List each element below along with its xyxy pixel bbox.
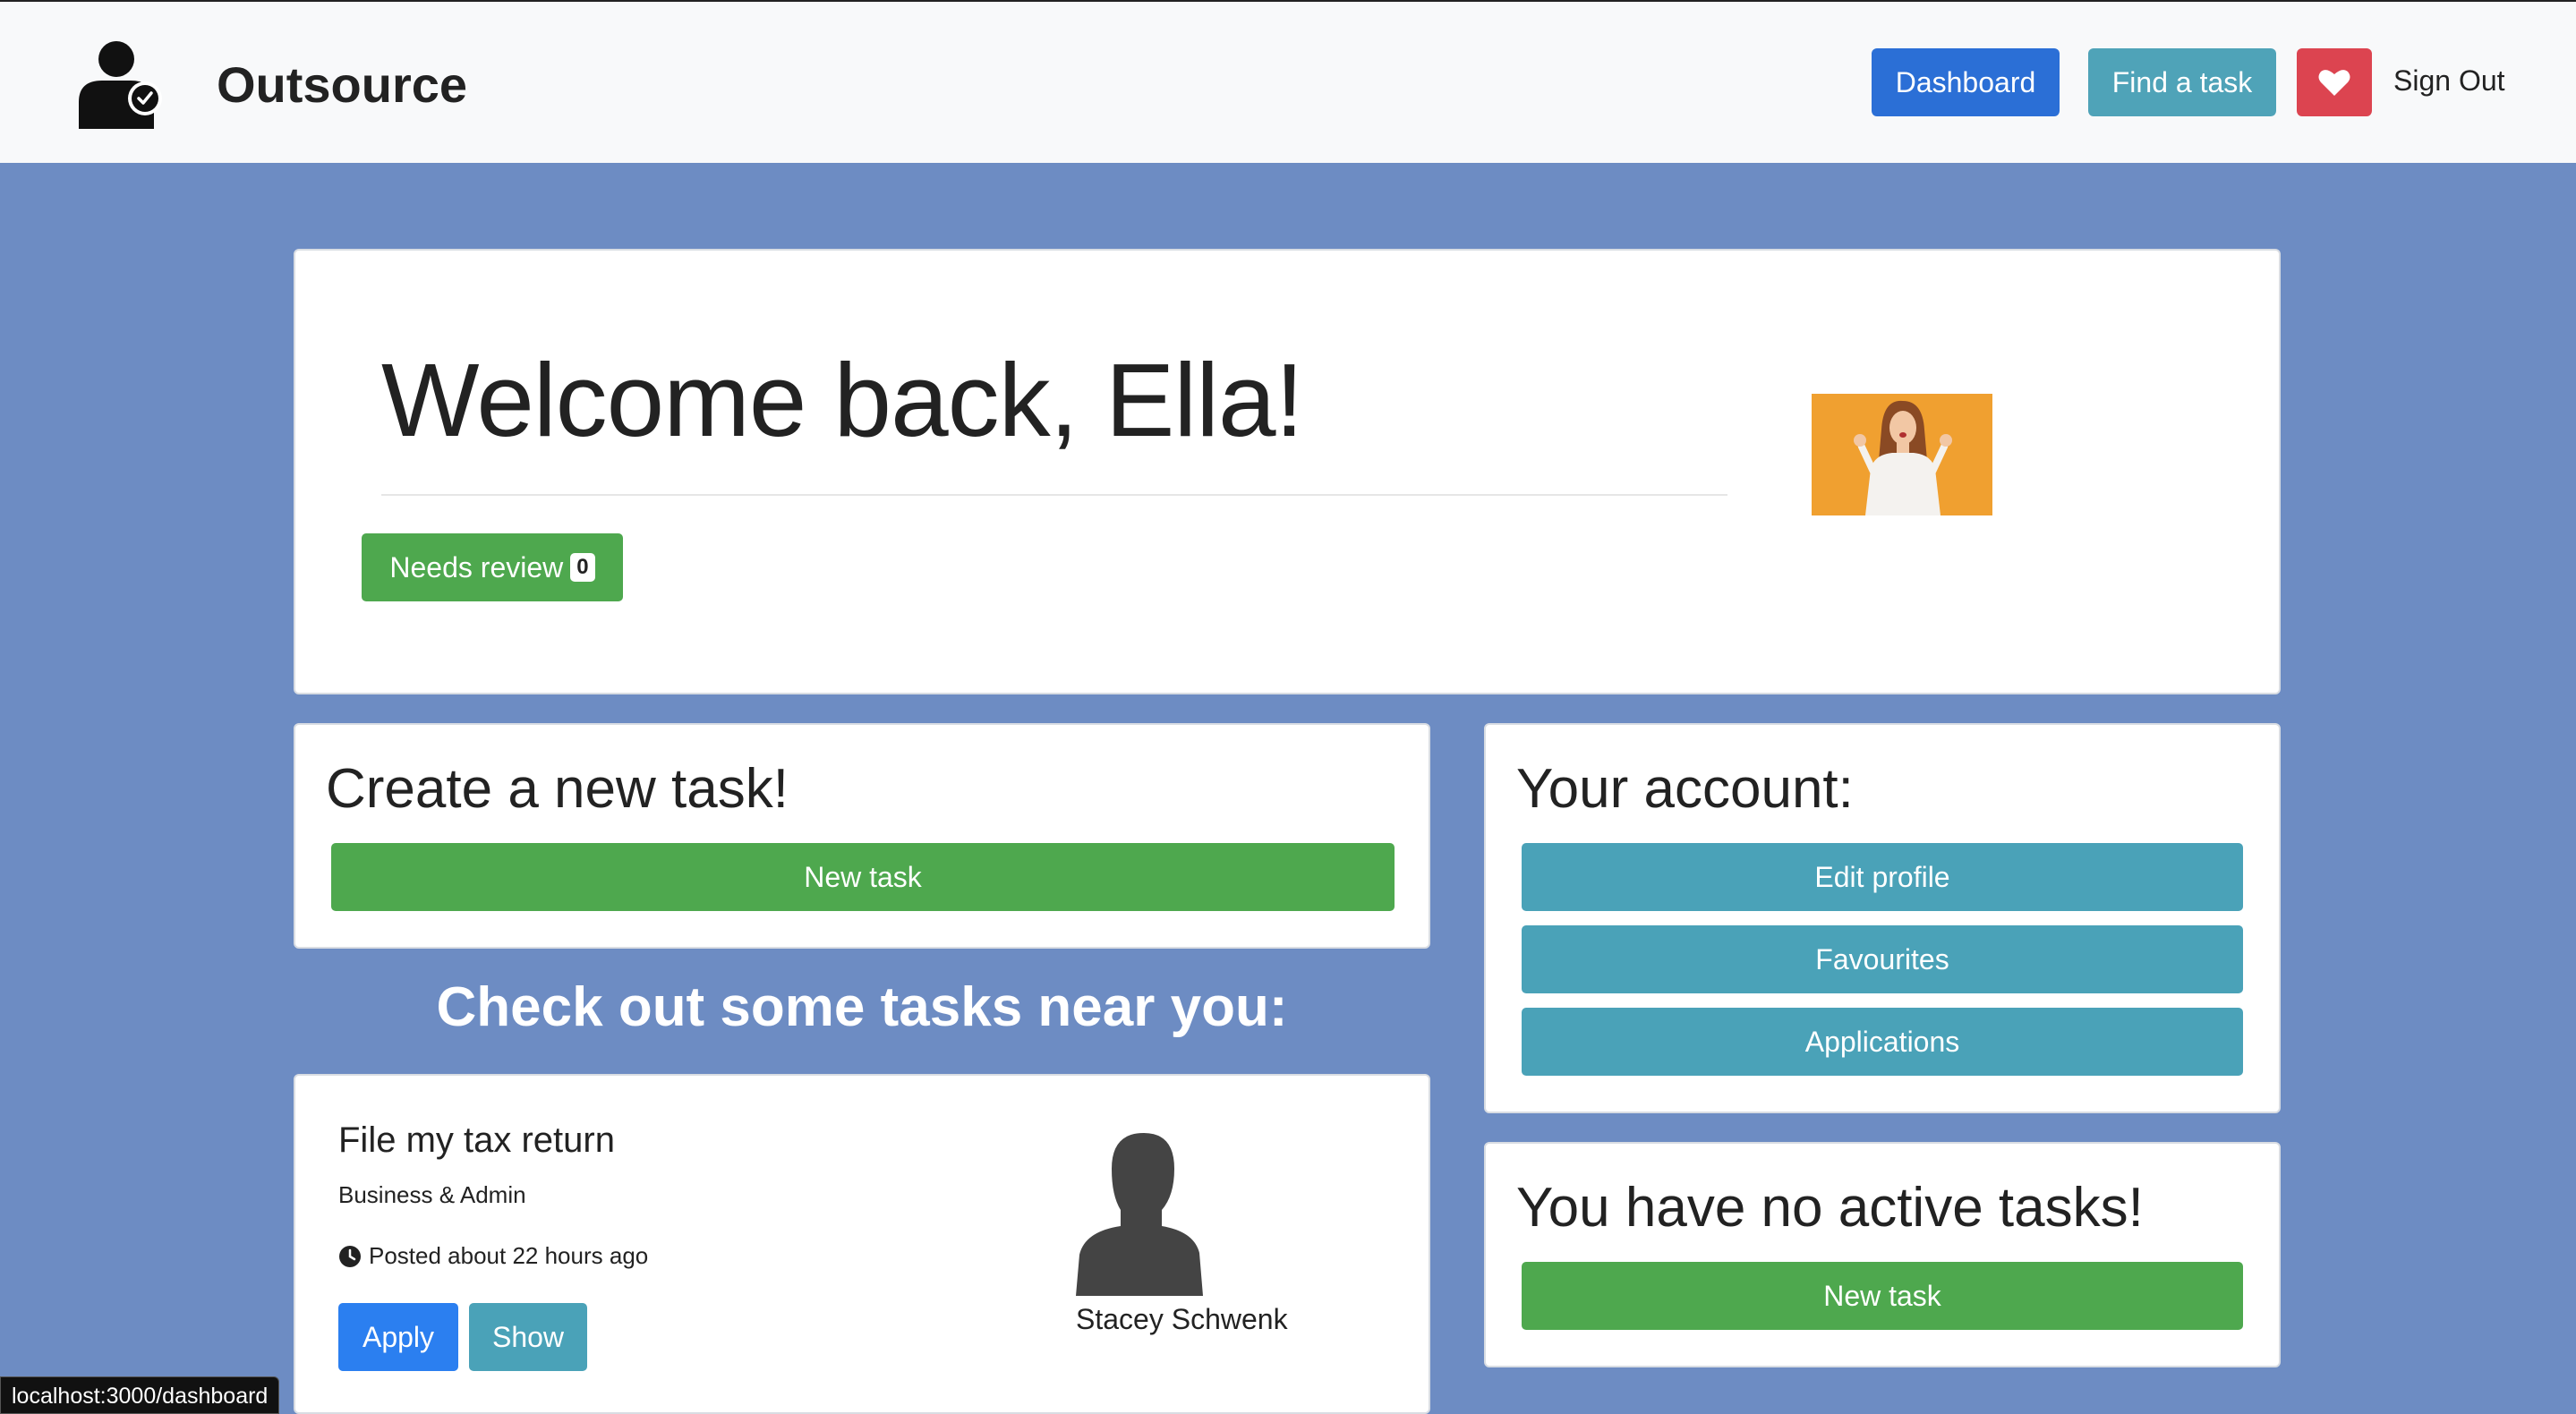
task-posted-time: Posted about 22 hours ago [338,1242,648,1270]
sign-out-link[interactable]: Sign Out [2393,64,2505,98]
account-card: Your account: Edit profile Favourites Ap… [1484,723,2281,1113]
account-heading: Your account: [1516,758,1854,820]
dashboard-button[interactable]: Dashboard [1872,48,2060,116]
posted-label: Posted about 22 hours ago [369,1242,649,1269]
clock-icon [339,1245,361,1267]
create-task-card: Create a new task! New task [294,723,1430,949]
create-task-heading: Create a new task! [326,758,789,820]
user-avatar [1812,394,1992,515]
poster-name: Stacey Schwenk [1076,1303,1288,1335]
navbar: Outsource Dashboard Find a task Sign Out [0,0,2576,163]
user-check-logo-icon[interactable] [79,39,165,129]
status-bar-url: localhost:3000/dashboard [0,1376,280,1414]
find-task-button[interactable]: Find a task [2088,48,2276,116]
favourites-button[interactable] [2297,48,2372,116]
nearby-tasks-heading: Check out some tasks near you: [436,976,1288,1038]
needs-review-label: Needs review [389,550,564,583]
task-title[interactable]: File my tax return [338,1120,615,1161]
welcome-card: Welcome back, Ella! Needs review 0 [294,249,2281,694]
user-silhouette-icon [1076,1133,1203,1296]
task-card: File my tax return Business & Admin Post… [294,1074,1430,1414]
favourites-list-button[interactable]: Favourites [1522,925,2243,993]
apply-button[interactable]: Apply [338,1303,458,1371]
divider [381,494,1727,496]
welcome-title: Welcome back, Ella! [381,342,1304,458]
edit-profile-button[interactable]: Edit profile [1522,843,2243,911]
applications-button[interactable]: Applications [1522,1008,2243,1076]
heart-icon [2318,70,2350,96]
show-button[interactable]: Show [469,1303,587,1371]
brand-name[interactable]: Outsource [217,55,467,114]
needs-review-button[interactable]: Needs review 0 [362,533,623,601]
task-category: Business & Admin [338,1181,526,1208]
new-task-button[interactable]: New task [331,843,1395,911]
new-task-button-secondary[interactable]: New task [1522,1262,2243,1330]
avatar-photo-image [1812,394,1992,515]
active-tasks-heading: You have no active tasks! [1516,1177,2144,1239]
review-count-badge: 0 [570,553,595,582]
active-tasks-card: You have no active tasks! New task [1484,1142,2281,1367]
